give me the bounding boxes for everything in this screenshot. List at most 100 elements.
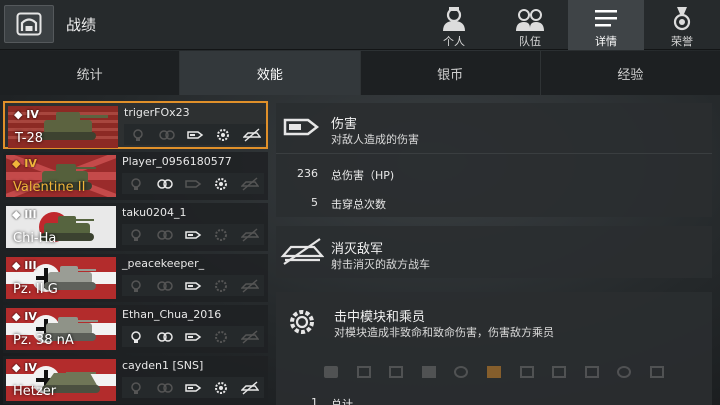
gunner-icon	[519, 366, 534, 378]
player-name: _peacekeeper_	[122, 257, 205, 270]
tab-credits[interactable]: 银币	[361, 51, 541, 95]
assist-icon	[157, 127, 177, 143]
page-title: 战绩	[66, 16, 97, 34]
damage-shell-icon	[283, 118, 320, 136]
player-name: cayden1 [SNS]	[122, 359, 204, 372]
tank-thumbnail: ◆ III Chi-Ha	[6, 206, 116, 248]
loader-icon	[617, 366, 632, 378]
assist-icon	[155, 329, 175, 345]
spotting-icon	[126, 329, 146, 345]
top-nav: 个人 队伍 详情 荣誉	[416, 0, 720, 50]
tank-thumbnail: ◆ IV Pz. 38 nA	[6, 308, 116, 350]
destroyed-tank-icon	[240, 227, 260, 243]
tank-name: Pz. 38 nA	[13, 333, 74, 348]
tab-efficiency[interactable]: 效能	[180, 51, 361, 95]
nav-team-label: 队伍	[519, 35, 541, 48]
destroyed-tank-icon	[280, 238, 324, 265]
spotting-icon	[128, 127, 148, 143]
hangar-icon	[16, 12, 42, 36]
penetrations-label: 击穿总次数	[331, 198, 386, 211]
achievement-strip	[122, 326, 264, 347]
driver-icon	[552, 366, 567, 378]
track-icon	[649, 366, 664, 378]
fuel-tank-icon	[421, 366, 436, 378]
achievement-strip	[122, 173, 264, 194]
ammo-rack-icon	[389, 366, 404, 378]
player-name: taku0204_1	[122, 206, 187, 219]
person-icon	[443, 7, 465, 31]
nav-honors-label: 荣誉	[671, 35, 693, 48]
tank-name: Pz. II G	[13, 282, 58, 297]
penetrations-value: 5	[311, 196, 318, 209]
destroyed-tank-icon	[240, 380, 260, 396]
module-gear-icon	[211, 176, 231, 192]
achievement-strip	[122, 224, 264, 245]
radio-icon	[584, 366, 599, 378]
module-gear-icon	[211, 278, 231, 294]
tier-label: ◆ III	[12, 208, 37, 221]
destroyed-tank-icon	[240, 329, 260, 345]
nav-details-label: 详情	[595, 35, 617, 48]
player-row[interactable]: ◆ III Chi-Ha taku0204_1	[3, 203, 268, 251]
damage-title: 伤害	[331, 117, 358, 132]
player-row[interactable]: ◆ IV Hetzer cayden1 [SNS]	[3, 356, 268, 404]
destroyed-tank-icon	[240, 176, 260, 192]
tank-name: T-28	[15, 131, 43, 146]
module-gear-icon	[290, 310, 314, 334]
commander-icon	[486, 366, 501, 378]
damage-subtitle: 对敌人造成的伤害	[331, 133, 419, 146]
modules-total-label: 总计	[331, 398, 353, 405]
turret-icon	[454, 366, 469, 378]
player-row[interactable]: ◆ III Pz. II G _peacekeeper_	[3, 254, 268, 302]
nav-team[interactable]: 队伍	[492, 0, 568, 50]
assist-icon	[155, 380, 175, 396]
detail-panel: 伤害 对敌人造成的伤害 236 总伤害（HP) 5 击穿总次数 消灭敌军 射击消…	[276, 103, 712, 405]
damage-shell-icon	[183, 176, 203, 192]
spotting-icon	[126, 176, 146, 192]
total-damage-label: 总伤害（HP)	[331, 169, 395, 182]
spotting-icon	[126, 227, 146, 243]
engine-icon	[324, 366, 338, 378]
home-button[interactable]	[4, 5, 54, 43]
tier-label: ◆ III	[12, 259, 37, 272]
player-list: ◆ IV T-28 trigerFOx23 ◆ IV Valentine II …	[0, 98, 270, 405]
divider	[276, 153, 712, 154]
tab-statistics[interactable]: 统计	[0, 51, 181, 95]
damage-card: 伤害 对敌人造成的伤害 236 总伤害（HP) 5 击穿总次数	[276, 103, 712, 217]
player-name: Ethan_Chua_2016	[122, 308, 222, 321]
spotting-icon	[126, 278, 146, 294]
nav-details[interactable]: 详情	[568, 0, 644, 50]
tank-thumbnail: ◆ IV Valentine II	[6, 155, 116, 197]
player-row[interactable]: ◆ IV Valentine II Player_0956180577	[3, 152, 268, 200]
tier-label: ◆ IV	[14, 108, 39, 121]
gun-icon	[356, 366, 371, 378]
spotting-icon	[126, 380, 146, 396]
details-icon	[595, 10, 617, 27]
achievement-strip	[122, 275, 264, 296]
damage-shell-icon	[185, 127, 205, 143]
nav-honors[interactable]: 荣誉	[644, 0, 720, 50]
achievement-strip	[124, 124, 266, 145]
player-name: trigerFOx23	[124, 106, 190, 119]
damage-shell-icon	[183, 329, 203, 345]
module-gear-icon	[211, 227, 231, 243]
player-row[interactable]: ◆ IV T-28 trigerFOx23	[3, 101, 268, 149]
top-bar: 战绩 个人 队伍 详情 荣誉	[0, 0, 720, 50]
tank-thumbnail: ◆ IV T-28	[8, 106, 118, 148]
module-gear-icon	[213, 127, 233, 143]
modules-title: 击中模块和乘员	[334, 310, 426, 325]
nav-personal[interactable]: 个人	[416, 0, 492, 50]
player-row[interactable]: ◆ IV Pz. 38 nA Ethan_Chua_2016	[3, 305, 268, 353]
tab-experience[interactable]: 经验	[541, 51, 720, 95]
tank-name: Hetzer	[13, 384, 57, 399]
player-name: Player_0956180577	[122, 155, 232, 168]
team-icon	[516, 9, 544, 31]
module-type-icons	[324, 362, 664, 382]
tier-label: ◆ IV	[12, 157, 37, 170]
modules-total-value: 1	[311, 396, 318, 405]
modules-subtitle: 对模块造成非致命和致命伤害，伤害敌方乘员	[334, 326, 554, 339]
damage-shell-icon	[183, 278, 203, 294]
destroyed-title: 消灭敌军	[331, 242, 384, 257]
damage-shell-icon	[183, 380, 203, 396]
modules-card: 击中模块和乘员 对模块造成非致命和致命伤害，伤害敌方乘员 1 总计	[276, 292, 712, 405]
